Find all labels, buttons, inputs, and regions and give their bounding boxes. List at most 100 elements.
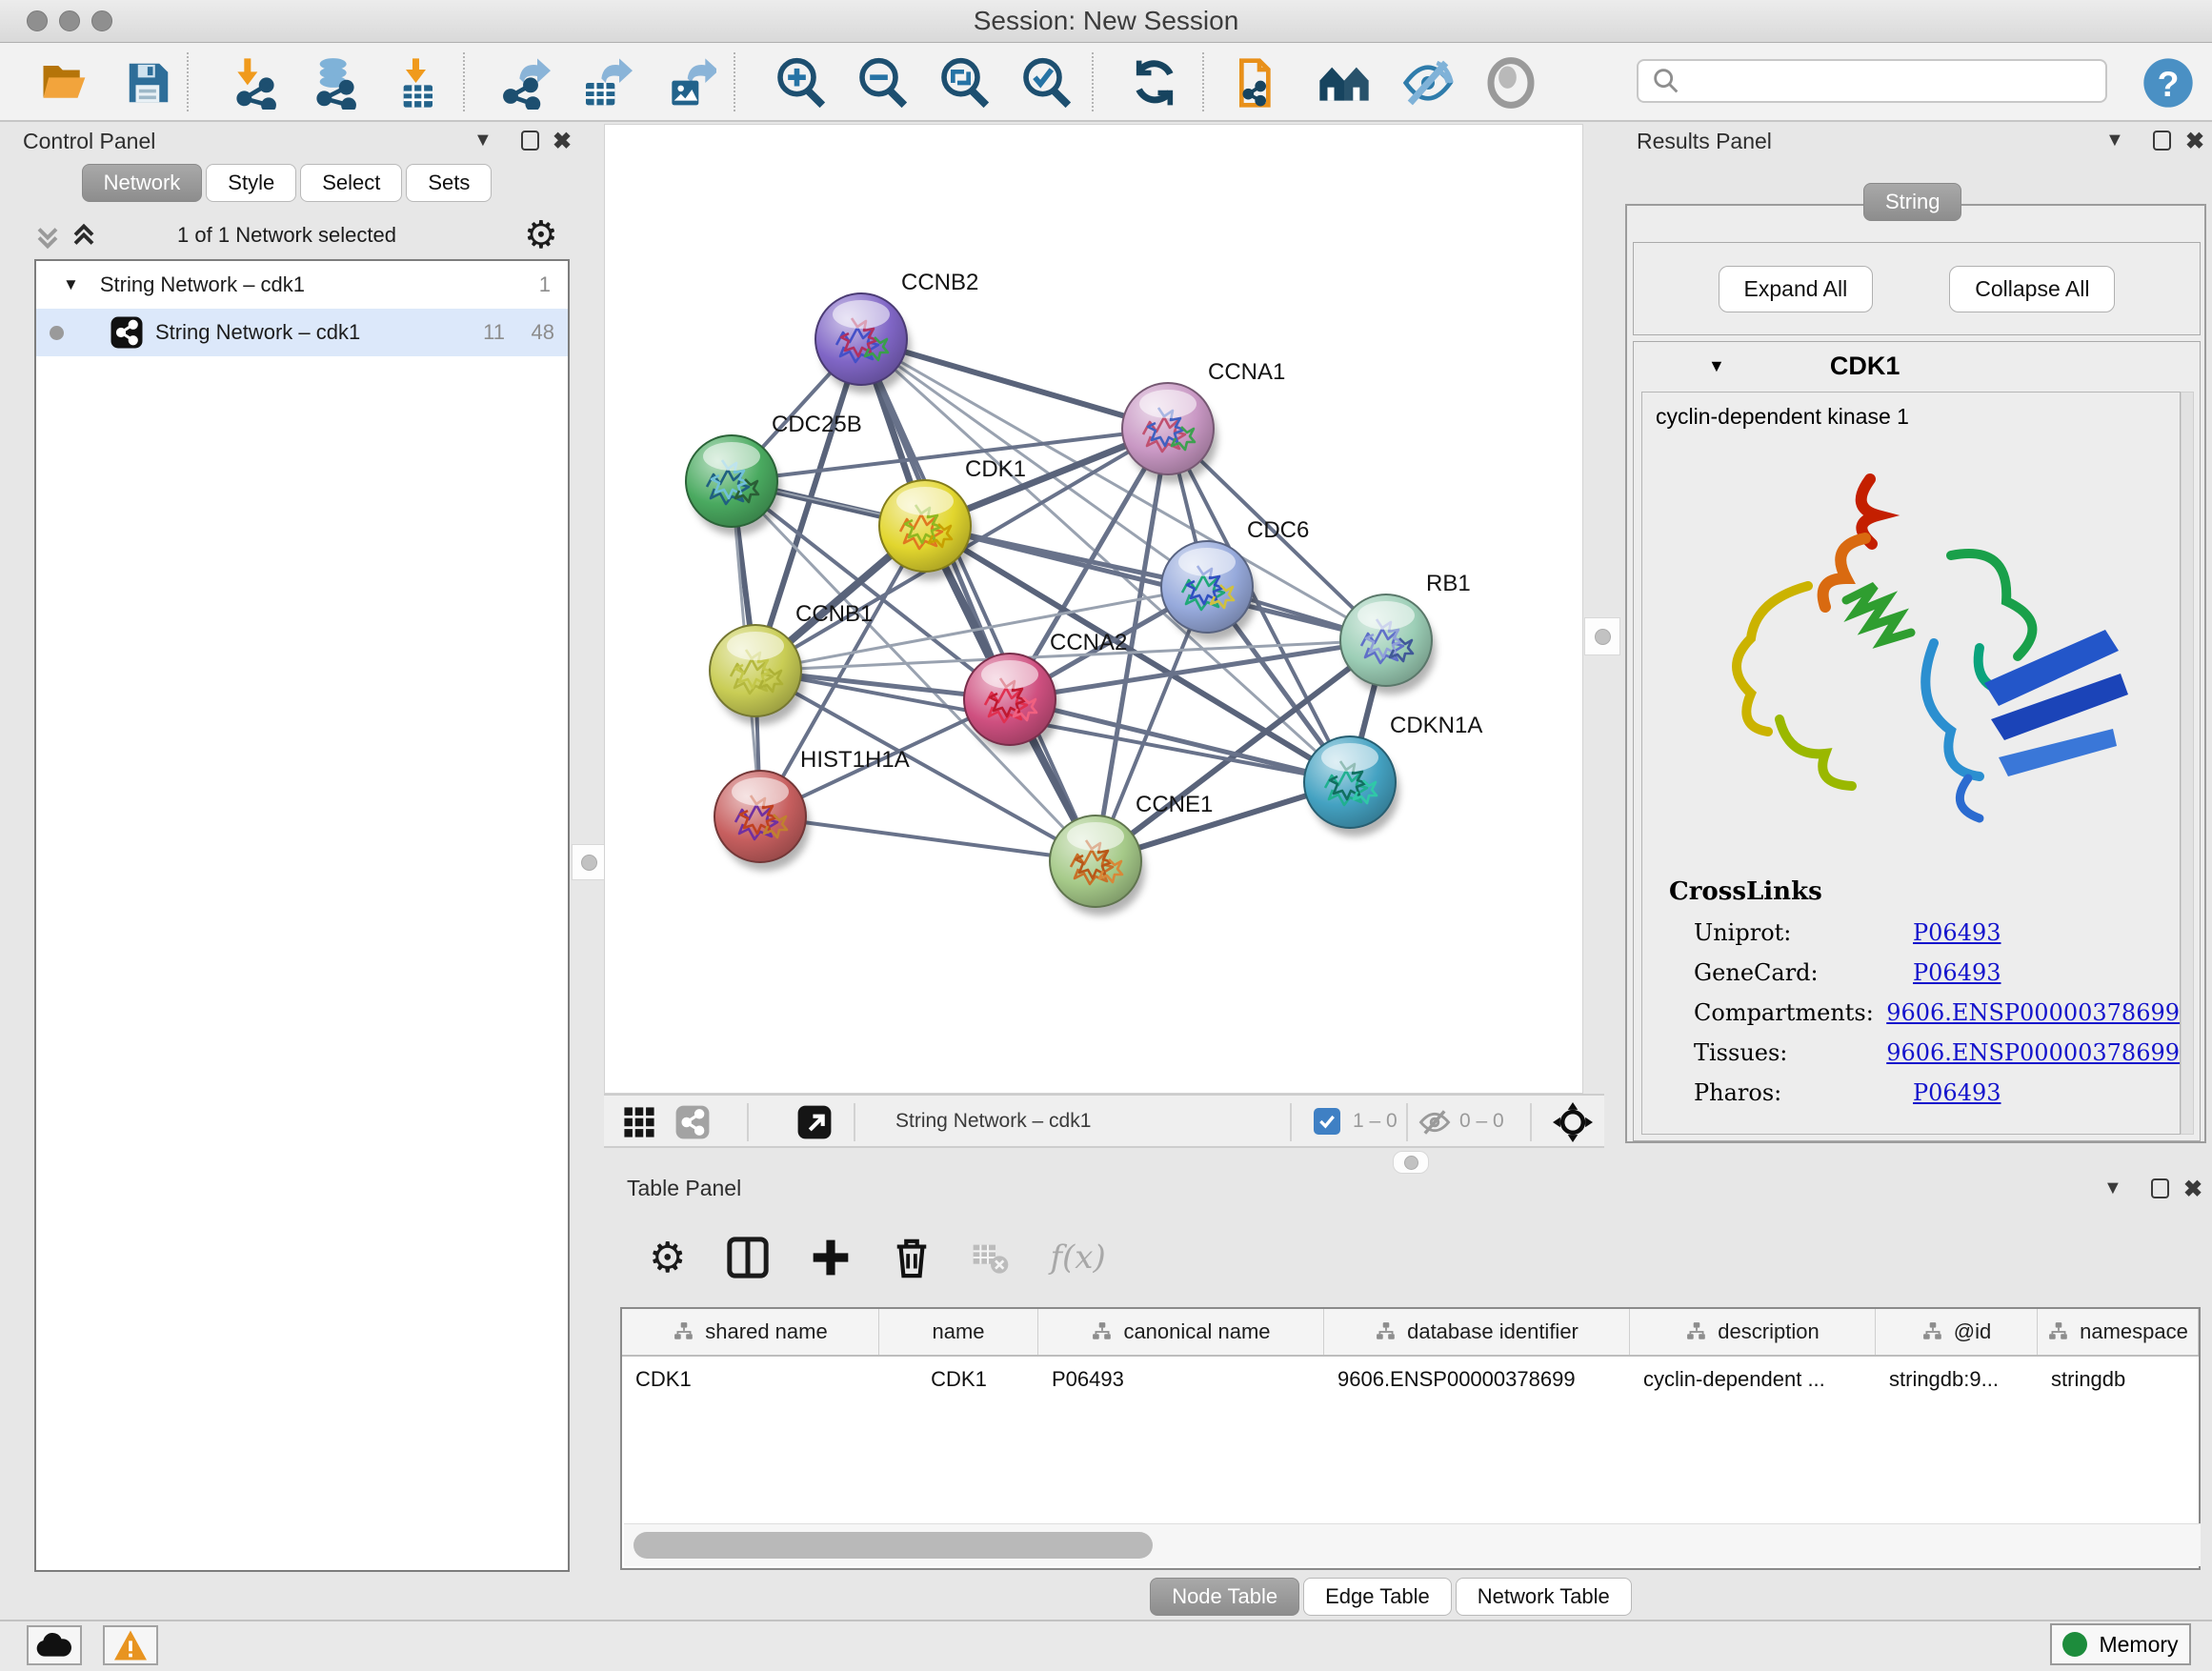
- tab-sets[interactable]: Sets: [406, 164, 492, 202]
- gear-icon[interactable]: ⚙: [524, 213, 558, 257]
- right-splitter-handle[interactable]: [1584, 617, 1620, 655]
- export-table-icon[interactable]: [579, 56, 633, 110]
- column-header-shared-name[interactable]: shared name: [622, 1309, 879, 1355]
- columns-icon[interactable]: [726, 1236, 770, 1279]
- close-panel-icon[interactable]: ✖: [2183, 1176, 2202, 1203]
- table-cell[interactable]: stringdb: [2038, 1357, 2199, 1402]
- network-edge[interactable]: [760, 816, 1096, 861]
- maximize-panel-icon[interactable]: [2153, 131, 2171, 151]
- function-icon[interactable]: f(x): [1050, 1238, 1105, 1277]
- zoom-fit-icon[interactable]: [937, 56, 991, 110]
- tab-node-table[interactable]: Node Table: [1150, 1578, 1299, 1616]
- crosslink-value[interactable]: 9606.ENSP00000378699: [1886, 1039, 2180, 1066]
- network-node-CDK1[interactable]: CDK1: [879, 456, 1026, 580]
- home-icon[interactable]: [1317, 56, 1371, 110]
- crosslink-value[interactable]: P06493: [1913, 919, 2001, 946]
- hide-graphics-icon[interactable]: [1401, 56, 1455, 110]
- network-file-icon[interactable]: [1233, 56, 1286, 110]
- crosslink-value[interactable]: 9606.ENSP00000378699: [1886, 999, 2180, 1026]
- collapse-all-button[interactable]: Collapse All: [1949, 266, 2115, 312]
- cloud-icon[interactable]: [27, 1625, 82, 1665]
- column-header-@id[interactable]: @id: [1876, 1309, 2038, 1355]
- table-row[interactable]: CDK1CDK1P064939606.ENSP00000378699cyclin…: [622, 1357, 2199, 1402]
- tab-select[interactable]: Select: [300, 164, 402, 202]
- move-crosshair-icon[interactable]: [1553, 1102, 1593, 1142]
- table-cell[interactable]: stringdb:9...: [1876, 1357, 2038, 1402]
- gene-card-header[interactable]: ▼ CDK1: [1634, 342, 2200, 390]
- settings-icon[interactable]: ⚙: [649, 1234, 686, 1282]
- close-panel-icon[interactable]: ✖: [553, 128, 572, 155]
- tab-network[interactable]: Network: [82, 164, 203, 202]
- crosslink-label: Uniprot:: [1694, 919, 1913, 946]
- float-panel-icon[interactable]: ▼: [2103, 1178, 2122, 1199]
- network-node-RB1[interactable]: RB1: [1340, 571, 1471, 695]
- column-header-name[interactable]: name: [879, 1309, 1038, 1355]
- column-header-canonical-name[interactable]: canonical name: [1038, 1309, 1324, 1355]
- expand-all-button[interactable]: Expand All: [1719, 266, 1874, 312]
- tab-edge-table[interactable]: Edge Table: [1303, 1578, 1452, 1616]
- float-panel-icon[interactable]: ▼: [2105, 130, 2124, 151]
- tab-network-table[interactable]: Network Table: [1456, 1578, 1632, 1616]
- close-panel-icon[interactable]: ✖: [2185, 128, 2204, 155]
- left-splitter-handle[interactable]: [572, 844, 606, 880]
- export-image-icon[interactable]: [663, 56, 716, 110]
- warning-icon[interactable]: [103, 1625, 158, 1665]
- toolbar-separator: [1406, 1103, 1408, 1141]
- collapse-triangle-icon[interactable]: ▼: [1708, 356, 1725, 376]
- delete-icon[interactable]: [892, 1236, 932, 1279]
- crosslink-value[interactable]: P06493: [1913, 959, 2001, 986]
- tab-string[interactable]: String: [1863, 183, 1961, 221]
- collapse-triangle-icon[interactable]: ▼: [63, 275, 79, 294]
- table-cell[interactable]: CDK1: [622, 1357, 879, 1402]
- add-icon[interactable]: [810, 1237, 852, 1278]
- zoom-out-icon[interactable]: [855, 56, 909, 110]
- column-header-description[interactable]: description: [1630, 1309, 1876, 1355]
- network-node-CDC25B[interactable]: CDC25B: [686, 412, 862, 535]
- import-network-database-icon[interactable]: [309, 56, 362, 110]
- horizontal-splitter-handle[interactable]: [1393, 1151, 1429, 1174]
- search-field[interactable]: [1637, 59, 2107, 103]
- zoom-selected-icon[interactable]: [1019, 56, 1073, 110]
- import-network-file-icon[interactable]: [229, 56, 282, 110]
- network-collection-row[interactable]: ▼ String Network – cdk1 1: [36, 261, 568, 309]
- refresh-icon[interactable]: [1128, 56, 1181, 110]
- vertical-scrollbar[interactable]: [2181, 392, 2194, 1135]
- zoom-in-icon[interactable]: [774, 56, 827, 110]
- save-session-icon[interactable]: [122, 56, 175, 110]
- help-icon[interactable]: ?: [2142, 56, 2195, 110]
- clear-table-icon[interactable]: [972, 1238, 1010, 1277]
- search-input[interactable]: [1690, 68, 2105, 94]
- eye-icon[interactable]: [1484, 56, 1538, 110]
- import-table-file-icon[interactable]: [392, 56, 446, 110]
- table-cell[interactable]: P06493: [1038, 1357, 1324, 1402]
- network-node-CDKN1A[interactable]: CDKN1A: [1304, 713, 1482, 836]
- grid-icon[interactable]: [623, 1106, 655, 1138]
- crosslink-value[interactable]: P06493: [1913, 1079, 2001, 1106]
- network-node-CDC6[interactable]: CDC6: [1161, 517, 1309, 641]
- network-node-CCNB2[interactable]: CCNB2: [815, 270, 978, 393]
- table-cell[interactable]: 9606.ENSP00000378699: [1324, 1357, 1630, 1402]
- tab-style[interactable]: Style: [206, 164, 296, 202]
- export-network-icon[interactable]: [497, 56, 551, 110]
- scrollbar-thumb[interactable]: [633, 1532, 1153, 1559]
- network-node-HIST1H1A[interactable]: HIST1H1A: [714, 747, 910, 871]
- open-session-icon[interactable]: [38, 56, 91, 110]
- column-header-database-identifier[interactable]: database identifier: [1324, 1309, 1630, 1355]
- column-header-namespace[interactable]: namespace: [2038, 1309, 2199, 1355]
- maximize-panel-icon[interactable]: [521, 131, 539, 151]
- network-row-selected[interactable]: String Network – cdk1 11 48: [36, 309, 568, 356]
- network-node-CCNA1[interactable]: CCNA1: [1122, 359, 1285, 483]
- network-edge[interactable]: [861, 339, 1096, 861]
- open-in-window-icon[interactable]: [796, 1104, 833, 1140]
- memory-button[interactable]: Memory: [2050, 1623, 2191, 1665]
- maximize-panel-icon[interactable]: [2151, 1178, 2169, 1198]
- selected-checkbox[interactable]: [1314, 1108, 1340, 1135]
- float-panel-icon[interactable]: ▼: [473, 130, 493, 151]
- network-edge[interactable]: [925, 526, 1386, 640]
- table-cell[interactable]: cyclin-dependent ...: [1630, 1357, 1876, 1402]
- string-share-icon[interactable]: [674, 1104, 711, 1140]
- hidden-eye-icon[interactable]: [1418, 1107, 1452, 1137]
- network-view-canvas[interactable]: CCNB2CCNA1CDC25BCDK1CDC6RB1CCNB1CCNA2CDK…: [604, 124, 1583, 1094]
- horizontal-scrollbar[interactable]: [624, 1523, 2201, 1566]
- table-cell[interactable]: CDK1: [879, 1357, 1038, 1402]
